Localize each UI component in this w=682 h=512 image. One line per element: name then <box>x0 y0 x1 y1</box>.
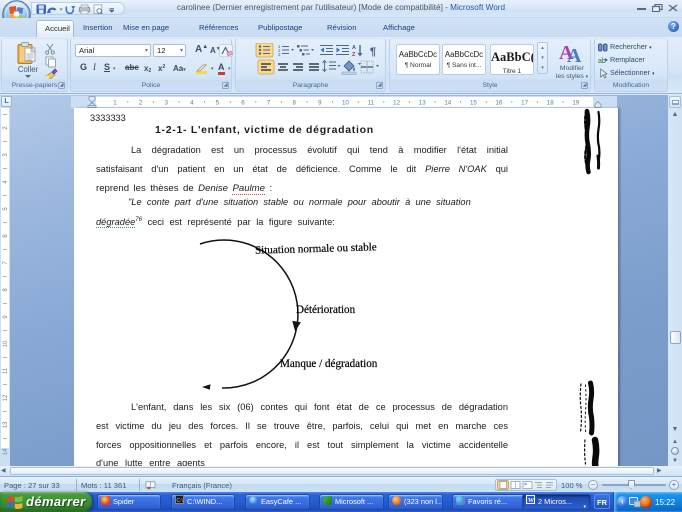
svg-text:6: 6 <box>241 100 245 107</box>
svg-text:14: 14 <box>3 448 9 455</box>
svg-text:1: 1 <box>113 100 117 107</box>
svg-text:12: 12 <box>393 100 400 107</box>
svg-text:4: 4 <box>190 100 194 107</box>
svg-text:13: 13 <box>419 100 426 107</box>
svg-text:5: 5 <box>216 100 220 107</box>
svg-text:16: 16 <box>496 100 503 107</box>
svg-text:5: 5 <box>3 207 9 211</box>
svg-text:2: 2 <box>139 100 143 107</box>
svg-text:14: 14 <box>444 100 451 107</box>
svg-text:3: 3 <box>3 153 9 157</box>
svg-text:A: A <box>352 45 356 51</box>
svg-text:7: 7 <box>267 100 271 107</box>
svg-text:ab: ab <box>598 58 606 65</box>
svg-text:Z: Z <box>352 52 356 58</box>
svg-text:9: 9 <box>3 315 9 319</box>
svg-text:4: 4 <box>3 180 9 184</box>
svg-text:8: 8 <box>292 100 296 107</box>
svg-text:12: 12 <box>3 394 9 401</box>
svg-text:19: 19 <box>572 100 579 107</box>
svg-text:3: 3 <box>164 100 168 107</box>
svg-text:10: 10 <box>3 340 9 347</box>
svg-text:18: 18 <box>547 100 554 107</box>
svg-text:¶: ¶ <box>370 46 376 58</box>
svg-text:15: 15 <box>470 100 477 107</box>
svg-text:A: A <box>567 45 582 63</box>
svg-text:11: 11 <box>368 100 375 107</box>
svg-text:10: 10 <box>342 100 349 107</box>
svg-text:7: 7 <box>3 261 9 265</box>
svg-text:17: 17 <box>521 100 528 107</box>
svg-text:6: 6 <box>3 234 9 238</box>
svg-text:9: 9 <box>318 100 322 107</box>
svg-text:3: 3 <box>278 52 281 57</box>
svg-text:2: 2 <box>3 126 9 130</box>
svg-text:11: 11 <box>3 367 9 374</box>
svg-text:13: 13 <box>3 421 9 428</box>
svg-text:8: 8 <box>3 288 9 292</box>
